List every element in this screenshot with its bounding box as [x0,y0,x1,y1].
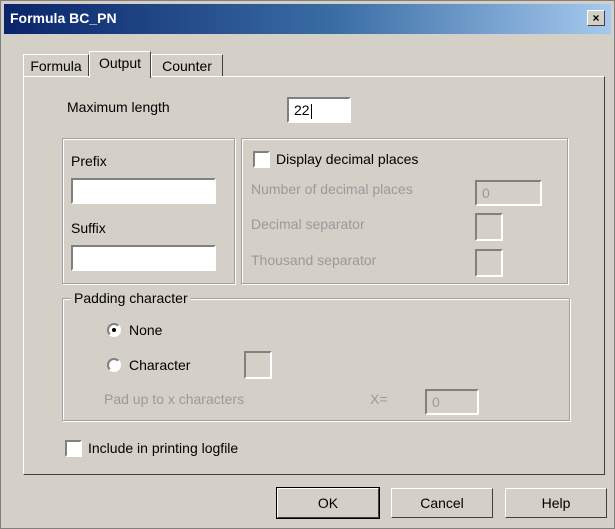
maximum-length-input[interactable]: 22 [287,97,351,123]
radio-selected-dot [112,328,116,332]
window-title: Formula BC_PN [10,10,117,26]
prefix-input[interactable] [71,178,216,204]
close-button[interactable]: × [587,10,605,26]
dialog-window: Formula BC_PN × Formula Output Counter M… [0,0,615,529]
maximum-length-value: 22 [294,102,310,118]
text-cursor [310,103,312,119]
tab-formula[interactable]: Formula [23,54,89,78]
padding-legend: Padding character [71,290,191,306]
number-of-decimals-label: Number of decimal places [251,181,413,197]
title-bar[interactable]: Formula BC_PN × [4,4,611,34]
pad-x-input[interactable]: 0 [425,389,479,415]
pad-up-to-label: Pad up to x characters [104,391,245,407]
padding-character-label: Character [129,357,191,373]
thousand-separator-input[interactable] [475,249,503,277]
maximum-length-label: Maximum length [67,99,170,115]
help-button[interactable]: Help [505,488,607,518]
include-logfile-checkbox[interactable] [65,440,82,457]
display-decimal-label: Display decimal places [276,151,419,167]
number-of-decimals-input[interactable]: 0 [475,180,542,206]
decimal-separator-label: Decimal separator [251,216,365,232]
padding-none-radio[interactable] [107,323,121,337]
cancel-button[interactable]: Cancel [391,488,493,518]
padding-none-label: None [129,322,163,338]
ok-button[interactable]: OK [276,487,380,519]
prefix-label: Prefix [71,153,107,169]
tab-output[interactable]: Output [89,51,151,78]
display-decimal-checkbox[interactable] [253,151,270,168]
tab-counter[interactable]: Counter [151,54,223,78]
padding-character-input[interactable] [244,351,272,379]
include-logfile-label: Include in printing logfile [88,440,239,456]
padding-character-radio[interactable] [107,358,121,372]
pad-x-label: X= [370,391,388,407]
decimal-separator-input[interactable] [475,213,503,241]
suffix-label: Suffix [71,220,106,236]
suffix-input[interactable] [71,245,216,271]
thousand-separator-label: Thousand separator [251,252,377,268]
